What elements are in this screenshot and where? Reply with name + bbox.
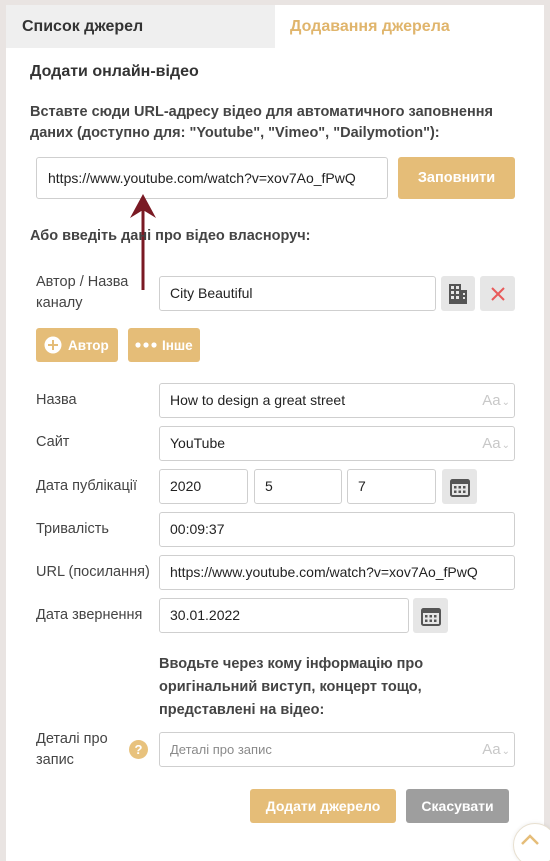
site-label: Сайт — [36, 434, 70, 450]
autofill-url-input[interactable]: https://www.youtube.com/watch?v=xov7Ao_f… — [36, 157, 388, 199]
help-icon[interactable]: ? — [129, 740, 148, 759]
title-label: Назва — [36, 392, 77, 408]
organization-button[interactable] — [441, 276, 475, 311]
remove-author-button[interactable] — [480, 276, 515, 311]
submit-button[interactable]: Додати джерело — [250, 789, 396, 823]
add-author-label: Автор — [68, 337, 109, 353]
cancel-button[interactable]: Скасувати — [406, 789, 509, 823]
add-author-button[interactable]: Автор — [36, 328, 118, 362]
fill-button[interactable]: Заповнити — [398, 157, 515, 199]
details-label: Деталі про запис — [36, 731, 108, 768]
form-title: Додати онлайн-відео — [30, 63, 199, 80]
pub-date-label: Дата публікації — [36, 478, 138, 494]
tab-add-source[interactable]: Додавання джерела — [275, 5, 544, 48]
duration-input[interactable]: 00:09:37 — [159, 512, 515, 547]
tabs-bar: Список джерел Додавання джерела — [6, 5, 544, 48]
scroll-top-button[interactable] — [513, 823, 550, 861]
url-label: URL (посилання) — [36, 564, 150, 580]
text-format-icon[interactable]: Aa⌄ — [482, 733, 510, 766]
pub-date-picker-button[interactable] — [442, 469, 477, 504]
plus-circle-icon — [44, 336, 62, 354]
author-input[interactable]: City Beautiful — [159, 276, 436, 311]
text-format-icon[interactable]: Aa⌄ — [482, 427, 510, 460]
access-date-label: Дата звернення — [36, 607, 143, 623]
site-input[interactable]: YouTube Aa⌄ — [159, 426, 515, 461]
url-input[interactable]: https://www.youtube.com/watch?v=xov7Ao_f… — [159, 555, 515, 590]
title-input[interactable]: How to design a great street Aa⌄ — [159, 383, 515, 418]
pub-year-input[interactable]: 2020 — [159, 469, 248, 504]
tab-source-list[interactable]: Список джерел — [6, 5, 275, 48]
access-date-picker-button[interactable] — [413, 598, 448, 633]
duration-label: Тривалість — [36, 521, 109, 537]
text-format-icon[interactable]: Aa⌄ — [482, 384, 510, 417]
calendar-icon — [420, 607, 441, 626]
author-label: Автор / Назва каналу — [36, 274, 129, 311]
details-hint: Вводьте через кому інформацію про оригін… — [159, 656, 424, 718]
add-other-button[interactable]: Інше — [128, 328, 200, 362]
pub-day-input[interactable]: 7 — [347, 469, 436, 504]
chevron-up-icon — [521, 834, 539, 845]
url-hint: Вставте сюди URL-адресу відео для автома… — [30, 104, 493, 141]
access-date-input[interactable]: 30.01.2022 — [159, 598, 409, 633]
calendar-icon — [449, 478, 470, 497]
pub-month-input[interactable]: 5 — [254, 469, 342, 504]
building-icon — [449, 283, 467, 304]
site-value: YouTube — [170, 435, 226, 451]
more-dots-icon — [135, 342, 157, 348]
details-placeholder: Деталі про запис — [170, 742, 272, 757]
details-input[interactable]: Деталі про запис Aa⌄ — [159, 732, 515, 767]
title-value: How to design a great street — [170, 392, 346, 408]
manual-entry-hint: Або введіть дані про відео власноруч: — [30, 228, 311, 244]
close-icon — [490, 286, 505, 301]
add-other-label: Інше — [162, 337, 193, 353]
